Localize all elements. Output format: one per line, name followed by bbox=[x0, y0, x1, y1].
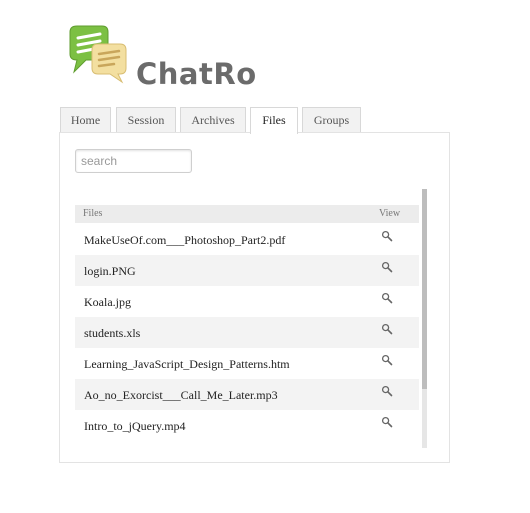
file-name[interactable]: Ao_no_Exorcist___Call_Me_Later.mp3 bbox=[84, 388, 278, 403]
column-header-files: Files bbox=[83, 208, 103, 219]
table-row[interactable]: Intro_to_jQuery.mp4 bbox=[75, 410, 419, 441]
magnifier-icon[interactable] bbox=[381, 323, 393, 335]
file-name[interactable]: login.PNG bbox=[84, 264, 136, 279]
table-row[interactable]: Learning_JavaScript_Design_Patterns.htm bbox=[75, 348, 419, 379]
file-name[interactable]: Intro_to_jQuery.mp4 bbox=[84, 419, 186, 434]
table-row[interactable]: Ao_no_Exorcist___Call_Me_Later.mp3 bbox=[75, 379, 419, 410]
tab-files[interactable]: Files bbox=[250, 107, 298, 134]
chat-bubbles-logo bbox=[69, 25, 127, 84]
files-table-header: Files View bbox=[75, 205, 419, 223]
magnifier-icon[interactable] bbox=[381, 385, 393, 397]
column-header-view: View bbox=[379, 208, 401, 219]
file-name[interactable]: Learning_JavaScript_Design_Patterns.htm bbox=[84, 357, 290, 372]
file-name[interactable]: Koala.jpg bbox=[84, 295, 131, 310]
tab-archives[interactable]: Archives bbox=[180, 107, 246, 132]
magnifier-icon[interactable] bbox=[381, 292, 393, 304]
files-list-scrollbar[interactable] bbox=[422, 189, 427, 448]
files-list: Files View MakeUseOf.com___Photoshop_Par… bbox=[75, 205, 419, 448]
magnifier-icon[interactable] bbox=[381, 261, 393, 273]
magnifier-icon[interactable] bbox=[381, 230, 393, 242]
tab-session[interactable]: Session bbox=[116, 107, 176, 132]
table-row[interactable]: students.xls bbox=[75, 317, 419, 348]
search-input[interactable] bbox=[75, 149, 192, 173]
file-name[interactable]: students.xls bbox=[84, 326, 140, 341]
tab-groups[interactable]: Groups bbox=[302, 107, 361, 132]
table-row[interactable]: login.PNG bbox=[75, 255, 419, 286]
file-name[interactable]: MakeUseOf.com___Photoshop_Part2.pdf bbox=[84, 233, 285, 248]
tab-home[interactable]: Home bbox=[60, 107, 111, 132]
scrollbar-thumb[interactable] bbox=[422, 189, 427, 389]
table-row[interactable]: MakeUseOf.com___Photoshop_Part2.pdf bbox=[75, 224, 419, 255]
magnifier-icon[interactable] bbox=[381, 354, 393, 366]
magnifier-icon[interactable] bbox=[381, 416, 393, 428]
app-title: ChatRo bbox=[136, 57, 257, 91]
table-row[interactable]: Koala.jpg bbox=[75, 286, 419, 317]
